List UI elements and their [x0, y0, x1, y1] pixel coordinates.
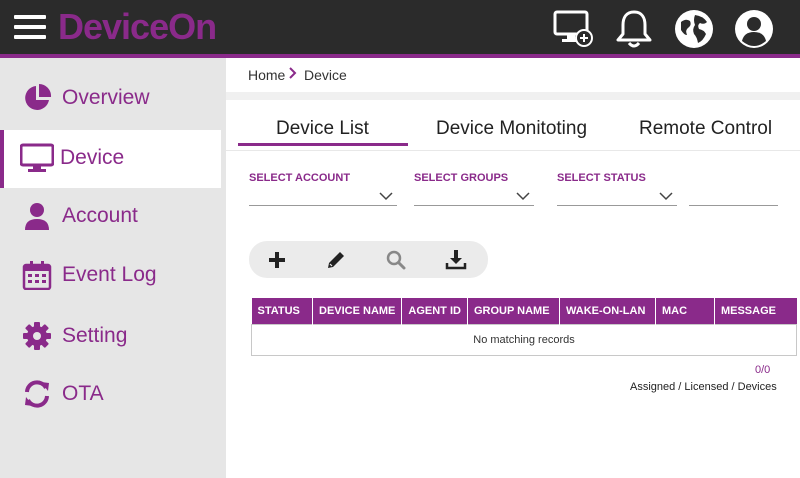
- search-button[interactable]: [383, 247, 409, 273]
- sidebar-item-label: Account: [62, 204, 138, 227]
- device-count: 0/0: [755, 364, 771, 376]
- action-toolbar: [249, 241, 488, 278]
- sidebar-item-label: Event Log: [62, 263, 157, 286]
- calendar-icon: [22, 260, 52, 291]
- sidebar-item-overview[interactable]: Overview: [0, 70, 221, 128]
- download-icon: [445, 250, 467, 270]
- sidebar-item-label: Overview: [62, 86, 150, 109]
- refresh-icon: [22, 379, 52, 409]
- tab-device-monitoring[interactable]: Device Monitoting: [436, 118, 587, 140]
- select-status-dropdown[interactable]: [557, 188, 677, 206]
- sidebar-item-account[interactable]: Account: [0, 188, 221, 246]
- select-groups-label: SELECT GROUPS: [414, 172, 509, 184]
- tab-device-list[interactable]: Device List: [276, 118, 369, 140]
- column-header-mac[interactable]: MAC: [655, 298, 715, 324]
- search-input[interactable]: [689, 188, 778, 206]
- select-groups-dropdown[interactable]: [414, 188, 534, 206]
- download-button[interactable]: [443, 247, 469, 273]
- sidebar: Overview Device Account Event Log Settin…: [0, 58, 226, 478]
- header-separator: [226, 92, 800, 100]
- sidebar-item-setting[interactable]: Setting: [0, 308, 221, 366]
- table-header-row: STATUS DEVICE NAME AGENT ID GROUP NAME W…: [251, 298, 797, 324]
- device-table: STATUS DEVICE NAME AGENT ID GROUP NAME W…: [251, 298, 797, 356]
- select-account-label: SELECT ACCOUNT: [249, 172, 351, 184]
- add-device-icon[interactable]: [552, 8, 594, 50]
- tab-divider: [226, 150, 800, 151]
- column-header-agent-id[interactable]: AGENT ID: [401, 298, 468, 324]
- sidebar-item-event-log[interactable]: Event Log: [0, 247, 221, 305]
- chevron-down-icon: [659, 192, 673, 201]
- tab-remote-control[interactable]: Remote Control: [639, 118, 772, 140]
- add-icon: [269, 252, 285, 268]
- edit-icon: [328, 252, 344, 268]
- column-header-group-name[interactable]: GROUP NAME: [467, 298, 560, 324]
- bell-icon[interactable]: [613, 8, 655, 50]
- active-tab-indicator: [238, 143, 408, 146]
- sidebar-item-label: OTA: [62, 382, 104, 405]
- breadcrumb-current: Device: [304, 67, 347, 83]
- sidebar-item-label: Setting: [62, 324, 128, 347]
- chevron-down-icon: [379, 192, 393, 201]
- column-header-status[interactable]: STATUS: [251, 298, 313, 324]
- add-button[interactable]: [264, 247, 290, 273]
- select-account-dropdown[interactable]: [249, 188, 397, 206]
- hamburger-menu-icon[interactable]: [14, 12, 46, 42]
- monitor-icon: [19, 143, 55, 173]
- sidebar-item-ota[interactable]: OTA: [0, 366, 221, 424]
- user-icon: [22, 201, 52, 231]
- column-header-wake-on-lan[interactable]: WAKE-ON-LAN: [559, 298, 656, 324]
- edit-button[interactable]: [323, 247, 349, 273]
- search-icon: [386, 250, 406, 270]
- gear-icon: [22, 321, 52, 351]
- empty-table-message: No matching records: [251, 323, 797, 356]
- brand-logo: DeviceOn: [58, 6, 217, 47]
- breadcrumb: Home Device: [226, 58, 800, 92]
- globe-icon[interactable]: [673, 8, 715, 50]
- select-status-label: SELECT STATUS: [557, 172, 646, 184]
- device-count-label: Assigned / Licensed / Devices: [630, 381, 777, 393]
- user-avatar-icon[interactable]: [733, 8, 775, 50]
- sidebar-item-device[interactable]: Device: [0, 130, 221, 188]
- column-header-message[interactable]: MESSAGE: [714, 298, 797, 324]
- breadcrumb-home-link[interactable]: Home: [248, 67, 285, 83]
- sidebar-item-label: Device: [60, 146, 125, 169]
- table-row: No matching records: [251, 323, 797, 356]
- top-bar: DeviceOn: [0, 0, 800, 54]
- pie-chart-icon: [22, 83, 52, 113]
- column-header-device-name[interactable]: DEVICE NAME: [312, 298, 403, 324]
- chevron-right-icon: [289, 67, 297, 82]
- chevron-down-icon: [516, 192, 530, 201]
